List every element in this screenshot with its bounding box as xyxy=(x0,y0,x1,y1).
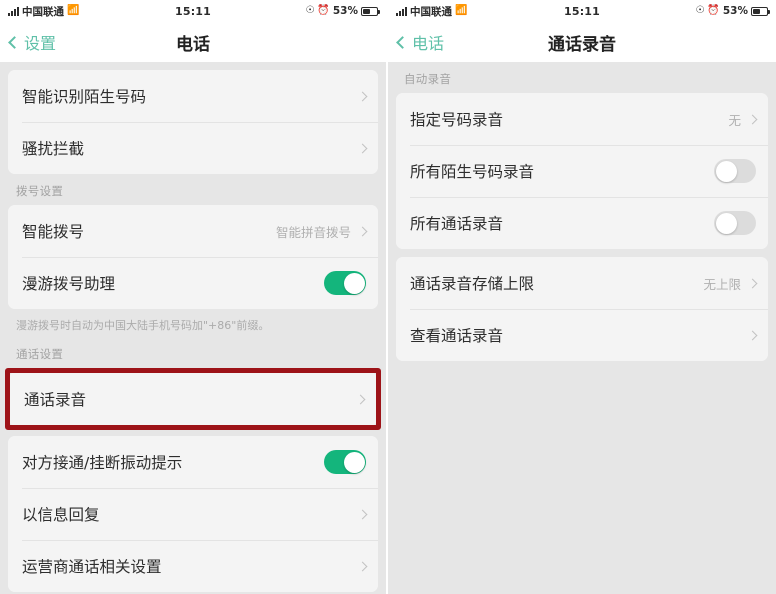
nav-bar: 电话 通话录音 xyxy=(388,22,776,62)
wifi-icon: 📶 xyxy=(455,5,468,16)
status-bar-right: ☉ ⏰ 53% xyxy=(211,5,381,17)
chevron-right-icon xyxy=(357,143,368,153)
row-label: 通话录音存储上限 xyxy=(410,275,535,293)
row-specified-number-recording[interactable]: 指定号码录音 无 xyxy=(396,93,768,145)
row-label: 对方接通/挂断振动提示 xyxy=(22,454,183,473)
page-title: 电话 xyxy=(176,34,210,55)
row-label: 运营商通话相关设置 xyxy=(22,558,162,577)
wifi-icon: 📶 xyxy=(67,5,80,16)
status-bar-right: ☉ ⏰ 53% xyxy=(600,5,771,17)
chevron-left-icon xyxy=(396,35,409,49)
toggle-knob xyxy=(343,451,365,473)
section-card-storage: 通话录音存储上限 无上限 查看通话录音 xyxy=(396,257,768,361)
row-label: 智能识别陌生号码 xyxy=(22,88,147,106)
row-value: 智能拼音拨号 xyxy=(275,224,351,240)
chevron-right-icon xyxy=(747,278,758,288)
row-all-call-recording[interactable]: 所有通话录音 xyxy=(396,197,768,249)
list-top-spacer xyxy=(8,62,378,70)
back-button-label: 电话 xyxy=(412,34,445,53)
chevron-right-icon xyxy=(357,509,368,520)
status-bar: 中国联通 📶 15:11 ☉ ⏰ 53% xyxy=(388,0,776,22)
alarm-clock-icon: ⏰ xyxy=(707,5,720,16)
row-label: 指定号码录音 xyxy=(410,111,504,129)
phone-screen-settings-call: 中国联通 📶 15:11 ☉ ⏰ 53% 设置 电话 智能识别陌生号码 骚扰拦截… xyxy=(0,0,388,594)
carrier-label: 中国联通 xyxy=(22,5,64,18)
row-recording-storage-limit[interactable]: 通话录音存储上限 无上限 xyxy=(396,257,768,309)
row-label: 以信息回复 xyxy=(22,506,100,525)
battery-percent-label: 53% xyxy=(332,5,359,17)
row-carrier-call-settings[interactable]: 运营商通话相关设置 xyxy=(8,540,378,593)
row-roaming-dial-assistant[interactable]: 漫游拨号助理 xyxy=(8,257,378,309)
status-bar-clock: 15:11 xyxy=(175,4,212,18)
chevron-right-icon xyxy=(357,226,368,236)
section-header-call-settings: 通话设置 xyxy=(16,347,64,362)
row-label: 漫游拨号助理 xyxy=(22,275,116,293)
chevron-right-icon xyxy=(747,114,758,124)
row-label: 骚扰拦截 xyxy=(22,140,85,158)
row-label: 通话录音 xyxy=(24,391,87,410)
vibrate-icon: ☉ xyxy=(305,5,315,16)
row-label: 智能拨号 xyxy=(22,223,85,241)
row-call-recording[interactable]: 通话录音 xyxy=(10,373,376,426)
status-bar-clock: 15:11 xyxy=(564,4,601,18)
section-card-auto-record: 指定号码录音 无 所有陌生号码录音 所有通话录音 xyxy=(396,93,768,249)
status-bar-left: 中国联通 📶 xyxy=(396,4,564,19)
highlight-box-call-recording: 通话录音 xyxy=(5,368,381,431)
dual-screenshot-container: 中国联通 📶 15:11 ☉ ⏰ 53% 设置 电话 智能识别陌生号码 骚扰拦截… xyxy=(0,0,776,594)
carrier-label: 中国联通 xyxy=(410,5,452,18)
signal-bars-icon xyxy=(8,6,19,16)
settings-list: 智能识别陌生号码 骚扰拦截 拨号设置 智能拨号 智能拼音拨号 漫游拨号助理 漫游… xyxy=(0,62,386,594)
back-button-phone[interactable]: 电话 xyxy=(388,30,444,54)
row-label: 所有陌生号码录音 xyxy=(410,163,535,181)
chevron-right-icon xyxy=(357,91,368,101)
toggle-roaming-dial-assistant[interactable] xyxy=(324,271,366,295)
chevron-right-icon xyxy=(747,330,758,340)
section-card-call-misc: 对方接通/挂断振动提示 以信息回复 运营商通话相关设置 xyxy=(8,436,378,593)
nav-bar: 设置 电话 xyxy=(0,22,386,62)
page-title: 通话录音 xyxy=(548,34,616,55)
group-gap xyxy=(396,249,768,257)
battery-icon xyxy=(361,6,381,16)
row-answer-hangup-vibrate[interactable]: 对方接通/挂断振动提示 xyxy=(8,436,378,489)
row-harassment-block[interactable]: 骚扰拦截 xyxy=(8,122,378,174)
section-header-dial-settings: 拨号设置 xyxy=(16,184,64,198)
section-card-call-recording: 通话录音 xyxy=(10,373,376,426)
chevron-left-icon xyxy=(8,35,21,49)
chevron-right-icon xyxy=(357,561,368,572)
status-bar-left: 中国联通 📶 xyxy=(8,4,175,19)
signal-bars-icon xyxy=(396,6,407,16)
row-smart-identify-stranger-number[interactable]: 智能识别陌生号码 xyxy=(8,70,378,122)
toggle-knob xyxy=(715,160,737,182)
row-reply-with-message[interactable]: 以信息回复 xyxy=(8,488,378,541)
section-note-roaming: 漫游拨号时自动为中国大陆手机号码加"+86"前缀。 xyxy=(16,319,270,332)
toggle-all-stranger-number-recording[interactable] xyxy=(714,159,756,183)
back-button-settings[interactable]: 设置 xyxy=(0,30,56,54)
row-view-call-recordings[interactable]: 查看通话录音 xyxy=(396,309,768,361)
row-smart-dial[interactable]: 智能拨号 智能拼音拨号 xyxy=(8,205,378,257)
back-button-label: 设置 xyxy=(24,34,57,53)
alarm-clock-icon: ⏰ xyxy=(317,5,330,16)
toggle-knob xyxy=(715,212,737,234)
toggle-all-call-recording[interactable] xyxy=(714,211,756,235)
row-label: 所有通话录音 xyxy=(410,215,504,233)
toggle-knob xyxy=(343,272,365,294)
row-value: 无 xyxy=(728,112,741,128)
call-recording-list: 自动录音 指定号码录音 无 所有陌生号码录音 所有通话录音 通话录音存储上限 无… xyxy=(388,62,776,594)
section-card-dial-settings: 智能拨号 智能拼音拨号 漫游拨号助理 xyxy=(8,205,378,309)
section-header-auto-record: 自动录音 xyxy=(404,72,452,86)
vibrate-icon: ☉ xyxy=(695,5,705,16)
row-value: 无上限 xyxy=(703,276,741,292)
row-all-stranger-number-recording[interactable]: 所有陌生号码录音 xyxy=(396,145,768,197)
row-label: 查看通话录音 xyxy=(410,327,504,345)
phone-screen-call-recording: 中国联通 📶 15:11 ☉ ⏰ 53% 电话 通话录音 自动录音 指定号码录音… xyxy=(388,0,776,594)
toggle-answer-hangup-vibrate[interactable] xyxy=(324,450,366,475)
battery-percent-label: 53% xyxy=(722,5,749,17)
status-bar: 中国联通 📶 15:11 ☉ ⏰ 53% xyxy=(0,0,386,22)
section-card-identification: 智能识别陌生号码 骚扰拦截 xyxy=(8,70,378,174)
chevron-right-icon xyxy=(355,394,366,405)
battery-icon xyxy=(751,6,771,16)
